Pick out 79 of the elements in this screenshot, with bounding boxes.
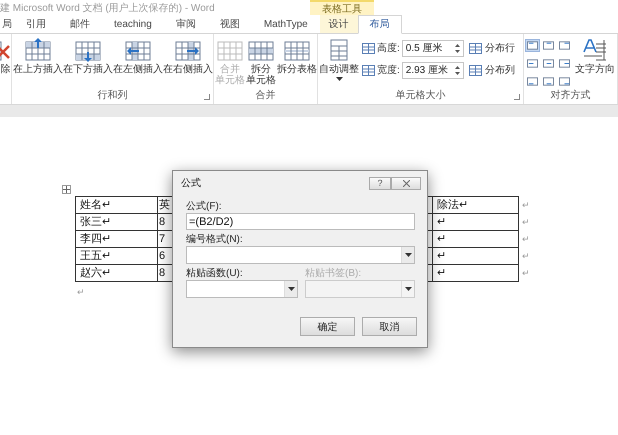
alignment-button[interactable] xyxy=(557,39,572,52)
ribbon-tab[interactable]: 设计 xyxy=(320,15,358,33)
table-cell: ↵ xyxy=(432,230,518,248)
paragraph-mark: ↵ xyxy=(77,287,85,298)
caret-icon xyxy=(404,253,412,257)
field-label: 编号格式(N): xyxy=(186,233,244,246)
spinner-arrows-icon xyxy=(454,64,460,76)
ribbon-button[interactable]: 拆分单元格 xyxy=(246,36,276,88)
spinner-label: 高度: xyxy=(377,42,400,55)
alignment-button[interactable] xyxy=(541,75,556,88)
autofit-icon xyxy=(329,38,349,62)
move-handle-icon[interactable] xyxy=(62,185,71,194)
context-tab-label: 表格工具 xyxy=(310,0,374,15)
alignment-button[interactable] xyxy=(541,39,556,52)
field-label: 粘贴函数(U): xyxy=(186,267,244,280)
spinner-label: 宽度: xyxy=(377,64,400,77)
spinner-arrows-icon xyxy=(454,42,460,54)
dialog-button[interactable]: 取消 xyxy=(362,317,417,336)
alignment-button[interactable] xyxy=(525,75,540,88)
ribbon-button[interactable]: 拆分表格 xyxy=(277,36,317,77)
ribbon-button[interactable]: 除 xyxy=(0,36,11,77)
group-label: 合并 xyxy=(256,89,276,102)
spinner-field[interactable]: 0.5 厘米 xyxy=(402,40,464,56)
row-end-mark: ↵ xyxy=(518,264,532,282)
table-cell: 赵六↵ xyxy=(76,264,158,282)
alignment-button[interactable] xyxy=(525,39,540,52)
ribbon-button[interactable]: 自动调整 xyxy=(319,36,359,83)
ribbon-button[interactable]: 分布列 xyxy=(466,60,517,80)
dialog-launcher-icon[interactable] xyxy=(514,94,520,100)
ribbon-button[interactable]: 在上方插入 xyxy=(13,36,63,77)
table-cell: ↵ xyxy=(432,248,518,264)
caret-icon xyxy=(336,77,342,81)
ribbon-tab[interactable]: 引用 xyxy=(14,15,58,33)
table-cell: 张三↵ xyxy=(76,214,158,230)
ribbon-button[interactable]: 文字方向 xyxy=(575,36,615,77)
caret-icon xyxy=(288,287,294,291)
caret-icon xyxy=(404,287,412,291)
ribbon-tab[interactable]: 邮件 xyxy=(58,15,102,33)
table-cell: 姓名↵ xyxy=(76,196,158,214)
ribbon-tab[interactable]: teaching xyxy=(102,15,164,33)
ribbon-button[interactable]: 分布行 xyxy=(466,38,517,58)
distribute-icon xyxy=(468,42,482,54)
formula-field[interactable]: =(B2/D2) xyxy=(186,213,415,230)
table-cell: 王五↵ xyxy=(76,248,158,264)
dialog-button[interactable]: 确定 xyxy=(300,317,355,336)
help-button[interactable]: ? xyxy=(369,176,391,190)
close-button[interactable] xyxy=(391,176,421,190)
row-end-mark: ↵ xyxy=(518,248,532,264)
table-cell: ↵ xyxy=(432,264,518,282)
dialog-launcher-icon[interactable] xyxy=(204,94,210,100)
alignment-button[interactable] xyxy=(557,75,572,88)
ribbon-button[interactable]: 在右侧插入 xyxy=(163,36,213,77)
spinner-field[interactable]: 2.93 厘米 xyxy=(402,62,464,78)
group-label: 行和列 xyxy=(98,89,128,102)
table-cell: ↵ xyxy=(432,214,518,230)
text-direction-icon xyxy=(582,38,608,62)
row-end-mark: ↵ xyxy=(518,214,532,230)
window-title: 建 Microsoft Word 文档 (用户上次保存的) - Word xyxy=(0,2,216,15)
table-cell: 除法↵ xyxy=(432,196,518,214)
distribute-icon xyxy=(468,64,482,76)
row-end-mark: ↵ xyxy=(518,230,532,248)
ribbon-tab[interactable]: MathType xyxy=(252,15,320,33)
group-label: 单元格大小 xyxy=(396,89,446,102)
field-label: 公式(F): xyxy=(186,200,223,213)
ribbon-tab[interactable]: 视图 xyxy=(208,15,252,33)
ribbon-button[interactable]: 在左侧插入 xyxy=(113,36,163,77)
close-icon xyxy=(402,180,410,186)
alignment-button[interactable] xyxy=(541,57,556,70)
ribbon-button[interactable]: 在下方插入 xyxy=(63,36,113,77)
ribbon-tab[interactable]: 局 xyxy=(0,15,14,33)
alignment-button[interactable] xyxy=(525,57,540,70)
table-cell: 李四↵ xyxy=(76,230,158,248)
field-label: 粘贴书签(B): xyxy=(305,267,362,280)
dialog-title: 公式 xyxy=(181,176,201,190)
alignment-button[interactable] xyxy=(557,57,572,70)
ribbon-tab[interactable]: 布局 xyxy=(358,15,402,34)
row-end-mark: ↵ xyxy=(518,196,532,214)
group-label: 对齐方式 xyxy=(550,89,590,102)
ribbon-tab[interactable]: 审阅 xyxy=(164,15,208,33)
